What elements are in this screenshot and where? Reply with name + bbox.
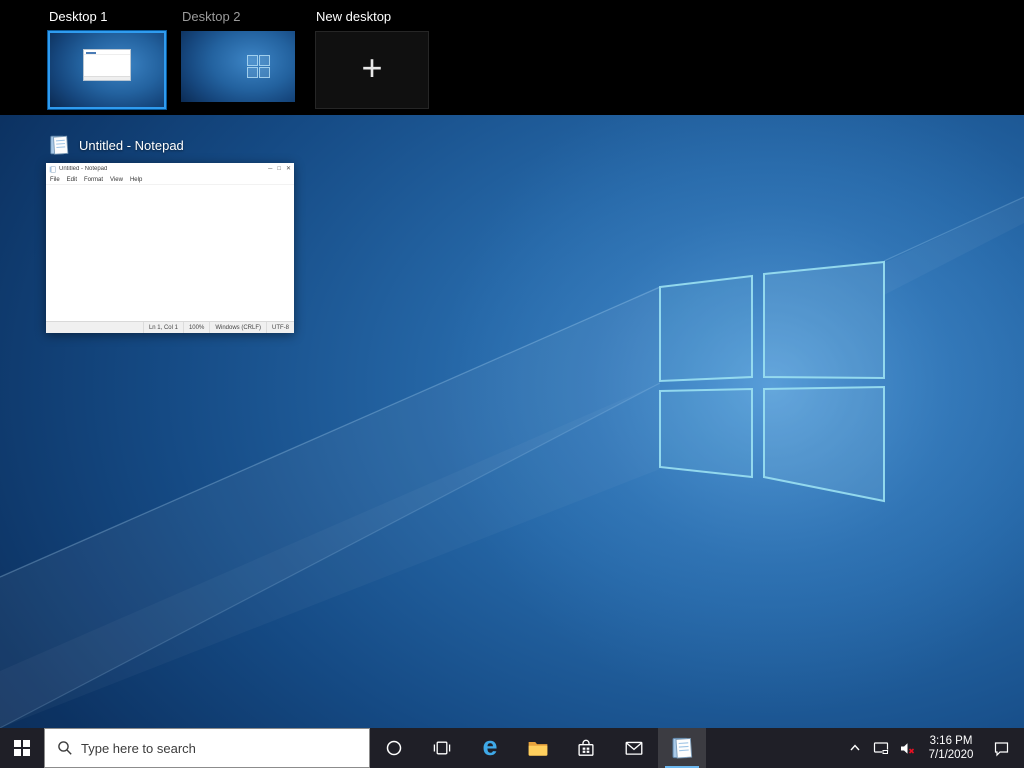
desktop-2-label: Desktop 2: [182, 9, 295, 25]
notepad-icon: [48, 134, 70, 156]
thumb-text-area: [46, 185, 294, 321]
desktop-1-thumbnail[interactable]: [48, 31, 166, 109]
plus-icon: +: [361, 50, 382, 86]
thumb-titlebar: Untitled - Notepad ─ □ ✕: [46, 163, 294, 175]
cortana-icon: [385, 739, 403, 757]
search-input[interactable]: [45, 729, 369, 767]
edge-icon: e: [482, 733, 497, 760]
thumb-menubar: File Edit Format View Help: [46, 175, 294, 185]
taskbar: e: [0, 728, 1024, 768]
mini-titlebar: [84, 50, 130, 55]
network-button[interactable]: [868, 728, 894, 768]
thumb-window-title: Untitled - Notepad: [59, 166, 268, 172]
status-encoding: UTF-8: [267, 322, 294, 333]
task-view-screen: Desktop 1 Desktop 2 New desktop: [0, 0, 1024, 768]
search-icon: [57, 740, 73, 756]
file-explorer-icon: [527, 737, 549, 759]
notepad-taskbar-button[interactable]: [658, 728, 706, 768]
file-explorer-button[interactable]: [514, 728, 562, 768]
menu-edit: Edit: [67, 177, 77, 183]
status-line-ending: Windows (CRLF): [210, 322, 267, 333]
status-spacer: [46, 322, 144, 333]
action-center-button[interactable]: [982, 728, 1020, 768]
open-window-group: Untitled - Notepad Untitled - Notepad ─ …: [46, 133, 294, 333]
desktop-1-mini-notepad-window: [83, 49, 131, 81]
mail-button[interactable]: [610, 728, 658, 768]
action-center-icon: [993, 740, 1010, 757]
notepad-icon: [49, 166, 56, 173]
cortana-button[interactable]: [370, 728, 418, 768]
window-title: Untitled - Notepad: [79, 138, 184, 153]
task-view-icon: [433, 739, 451, 757]
windows-logo-mini-icon: [247, 55, 270, 78]
new-desktop-tile: New desktop +: [315, 0, 429, 109]
volume-button[interactable]: [894, 728, 920, 768]
mail-icon: [624, 738, 644, 758]
clock[interactable]: 3:16 PM 7/1/2020: [920, 728, 982, 768]
network-icon: [873, 740, 889, 756]
desktop-2-tile: Desktop 2: [181, 0, 295, 102]
start-button[interactable]: [0, 728, 44, 768]
window-label-row: Untitled - Notepad: [48, 133, 294, 157]
menu-file: File: [50, 177, 60, 183]
windows-start-icon: [14, 740, 30, 756]
chevron-up-icon: [847, 740, 863, 756]
close-icon: ✕: [286, 166, 291, 172]
menu-format: Format: [84, 177, 103, 183]
notepad-icon: [670, 736, 694, 760]
notepad-window-thumbnail[interactable]: Untitled - Notepad ─ □ ✕ File Edit Forma…: [46, 163, 294, 333]
desktop-1-tile: Desktop 1: [48, 0, 166, 109]
thumb-statusbar: Ln 1, Col 1 100% Windows (CRLF) UTF-8: [46, 321, 294, 333]
minimize-icon: ─: [268, 166, 272, 172]
status-zoom: 100%: [184, 322, 210, 333]
clock-date: 7/1/2020: [929, 748, 974, 762]
clock-time: 3:16 PM: [930, 734, 973, 748]
mini-statusbar: [84, 76, 130, 80]
microsoft-store-button[interactable]: [562, 728, 610, 768]
new-desktop-button[interactable]: +: [315, 31, 429, 109]
tray-overflow-button[interactable]: [842, 728, 868, 768]
thumb-window-controls: ─ □ ✕: [268, 166, 291, 172]
mini-body: [84, 55, 130, 76]
edge-button[interactable]: e: [466, 728, 514, 768]
desktop-1-label: Desktop 1: [49, 9, 166, 25]
maximize-icon: □: [277, 166, 281, 172]
menu-help: Help: [130, 177, 142, 183]
taskbar-search-box[interactable]: [44, 728, 370, 768]
task-view-background[interactable]: Untitled - Notepad Untitled - Notepad ─ …: [0, 115, 1024, 728]
menu-view: View: [110, 177, 123, 183]
store-icon: [576, 738, 596, 758]
virtual-desktops-bar: Desktop 1 Desktop 2 New desktop: [0, 0, 1024, 115]
desktop-2-thumbnail[interactable]: [181, 31, 295, 102]
system-tray: 3:16 PM 7/1/2020: [842, 728, 1024, 768]
new-desktop-label: New desktop: [316, 9, 429, 25]
status-cursor-position: Ln 1, Col 1: [144, 322, 184, 333]
task-view-button[interactable]: [418, 728, 466, 768]
desktop-2-mini-wallpaper: [181, 31, 295, 102]
volume-muted-icon: [899, 740, 916, 757]
